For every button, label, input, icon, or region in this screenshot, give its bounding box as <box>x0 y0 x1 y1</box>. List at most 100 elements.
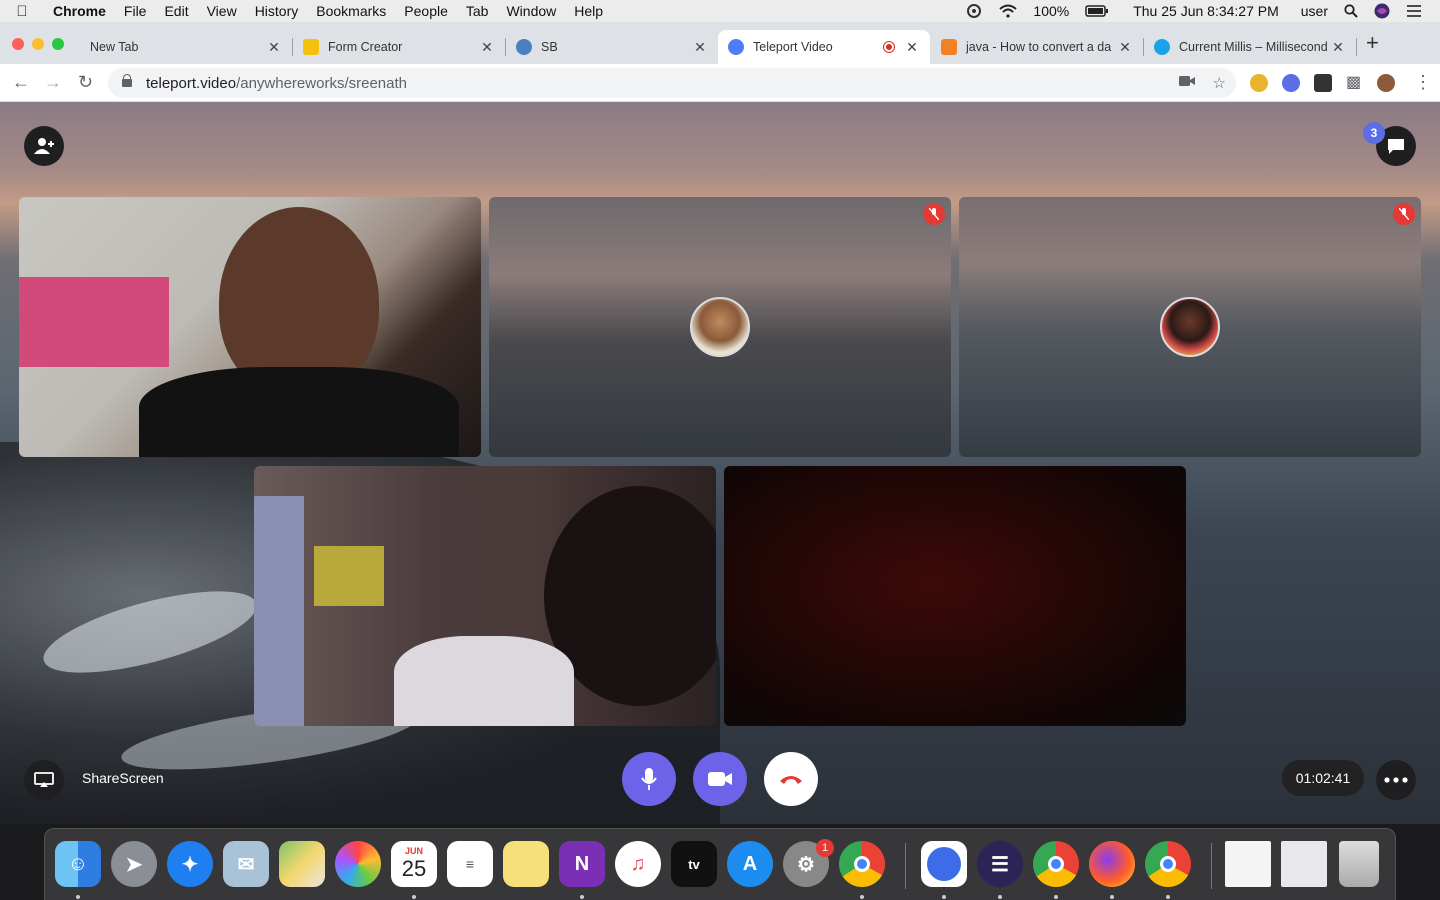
camera-toggle-button[interactable] <box>693 752 747 806</box>
menu-app-name[interactable]: Chrome <box>44 0 115 22</box>
maps-icon[interactable] <box>279 841 325 887</box>
bookmark-star-icon[interactable]: ☆ <box>1213 74 1226 92</box>
tab-new-tab[interactable]: New Tab ✕ <box>80 30 292 64</box>
close-tab-icon[interactable]: ✕ <box>479 39 495 56</box>
forward-arrow-icon[interactable]: → <box>44 72 62 93</box>
calendar-icon[interactable]: JUN 25 <box>391 841 437 887</box>
share-screen-label[interactable]: ShareScreen <box>82 770 164 786</box>
video-background-object <box>314 546 384 606</box>
menu-file[interactable]: File <box>115 0 156 22</box>
menu-people[interactable]: People <box>395 0 457 22</box>
tab-title: Form Creator <box>328 40 403 54</box>
reload-icon[interactable]: ↻ <box>78 72 93 93</box>
back-arrow-icon[interactable]: ← <box>12 72 30 93</box>
close-window-button[interactable] <box>12 38 24 50</box>
finder-icon[interactable]: ☺ <box>55 841 101 887</box>
mic-off-icon <box>923 203 945 225</box>
music-icon[interactable]: ♫ <box>615 841 661 887</box>
lock-icon[interactable] <box>122 74 132 87</box>
add-person-icon <box>34 138 54 154</box>
apple-tv-icon[interactable]: tv <box>671 841 717 887</box>
tab-sb[interactable]: SB ✕ <box>506 30 718 64</box>
call-duration-timer: 01:02:41 <box>1282 760 1364 796</box>
video-camera-icon <box>708 772 732 786</box>
tab-teleport-video[interactable]: Teleport Video ✕ <box>718 30 930 64</box>
microphone-icon <box>641 768 657 790</box>
address-bar[interactable]: teleport.video/anywhereworks/sreenath ☆ <box>108 68 1236 98</box>
profile-avatar[interactable] <box>1377 74 1395 92</box>
chrome-icon[interactable] <box>839 841 885 887</box>
onenote-icon[interactable]: N <box>559 841 605 887</box>
camera-in-use-icon[interactable] <box>1178 74 1195 92</box>
new-tab-plus-icon[interactable]: + <box>1366 30 1379 56</box>
chrome-canary-icon[interactable] <box>921 841 967 887</box>
tab-title: Current Millis – Millisecond <box>1179 40 1328 54</box>
tab-current-millis[interactable]: Current Millis – Millisecond ✕ <box>1144 30 1356 64</box>
participant-audio-tile[interactable] <box>959 197 1421 457</box>
user-menu[interactable]: user <box>1287 0 1336 22</box>
spotlight-search-icon[interactable] <box>1336 4 1366 18</box>
participant-video-tile[interactable] <box>19 197 481 457</box>
siri-icon[interactable] <box>1366 3 1398 19</box>
control-center-icon[interactable] <box>1398 4 1430 18</box>
close-tab-icon[interactable]: ✕ <box>692 39 708 56</box>
running-indicator <box>1054 895 1058 899</box>
safari-icon[interactable]: ✦ <box>167 841 213 887</box>
participant-shirt <box>139 367 459 457</box>
close-tab-icon[interactable]: ✕ <box>1330 39 1346 56</box>
calendar-document-icon[interactable] <box>1225 841 1271 887</box>
recording-indicator-icon <box>884 42 894 52</box>
selenium-extension-icon[interactable] <box>1314 74 1332 92</box>
mail-icon[interactable]: ✉ <box>223 841 269 887</box>
share-screen-button[interactable] <box>24 760 64 800</box>
minimize-window-button[interactable] <box>32 38 44 50</box>
apple-menu-icon[interactable]:  <box>0 3 44 20</box>
battery-icon[interactable] <box>1077 5 1117 17</box>
menu-window[interactable]: Window <box>497 0 565 22</box>
menu-edit[interactable]: Edit <box>155 0 197 22</box>
eclipse-icon[interactable]: ☰ <box>977 841 1023 887</box>
extension-icon-2[interactable] <box>1282 74 1300 92</box>
video-background-object <box>254 496 304 726</box>
close-tab-icon[interactable]: ✕ <box>266 39 282 56</box>
add-participant-button[interactable] <box>24 126 64 166</box>
preview-document-icon[interactable] <box>1281 841 1327 887</box>
firefox-icon[interactable] <box>1089 841 1135 887</box>
close-tab-icon[interactable]: ✕ <box>904 39 920 56</box>
teleport-call-page: 3 ShareScreen 01:02:41 <box>0 102 1440 824</box>
trash-icon[interactable] <box>1339 841 1379 887</box>
participant-audio-tile[interactable] <box>489 197 951 457</box>
microphone-toggle-button[interactable] <box>622 752 676 806</box>
end-call-button[interactable] <box>764 752 818 806</box>
chat-bubble-icon <box>1388 139 1404 154</box>
close-tab-icon[interactable]: ✕ <box>1117 39 1133 56</box>
running-indicator <box>998 895 1002 899</box>
participant-video-tile[interactable] <box>254 466 716 726</box>
menu-help[interactable]: Help <box>565 0 612 22</box>
wifi-icon[interactable] <box>991 4 1025 18</box>
tab-form-creator[interactable]: Form Creator ✕ <box>293 30 505 64</box>
sb-favicon <box>516 39 532 55</box>
photos-icon[interactable] <box>335 841 381 887</box>
participant-video-tile[interactable] <box>724 466 1186 726</box>
chrome-icon[interactable] <box>1145 841 1191 887</box>
menu-view[interactable]: View <box>198 0 246 22</box>
menu-bookmarks[interactable]: Bookmarks <box>307 0 395 22</box>
hang-up-icon <box>780 776 802 784</box>
extensions-puzzle-icon[interactable]: ▩ <box>1346 72 1364 91</box>
app-store-icon[interactable]: A <box>727 841 773 887</box>
tab-stackoverflow[interactable]: java - How to convert a da ✕ <box>931 30 1143 64</box>
chrome-menu-icon[interactable]: ⋮ <box>1414 72 1432 93</box>
menu-history[interactable]: History <box>246 0 308 22</box>
chrome-icon[interactable] <box>1033 841 1079 887</box>
menu-tab[interactable]: Tab <box>457 0 498 22</box>
creative-cloud-icon[interactable] <box>957 4 991 18</box>
reminders-icon[interactable]: ≡ <box>447 841 493 887</box>
zoom-window-button[interactable] <box>52 38 64 50</box>
extension-icon-1[interactable] <box>1250 74 1268 92</box>
calendar-month: JUN <box>404 846 423 856</box>
more-options-button[interactable] <box>1376 760 1416 800</box>
launchpad-icon[interactable]: ➤ <box>111 841 157 887</box>
notes-icon[interactable] <box>503 841 549 887</box>
clock[interactable]: Thu 25 Jun 8:34:27 PM <box>1117 0 1287 22</box>
